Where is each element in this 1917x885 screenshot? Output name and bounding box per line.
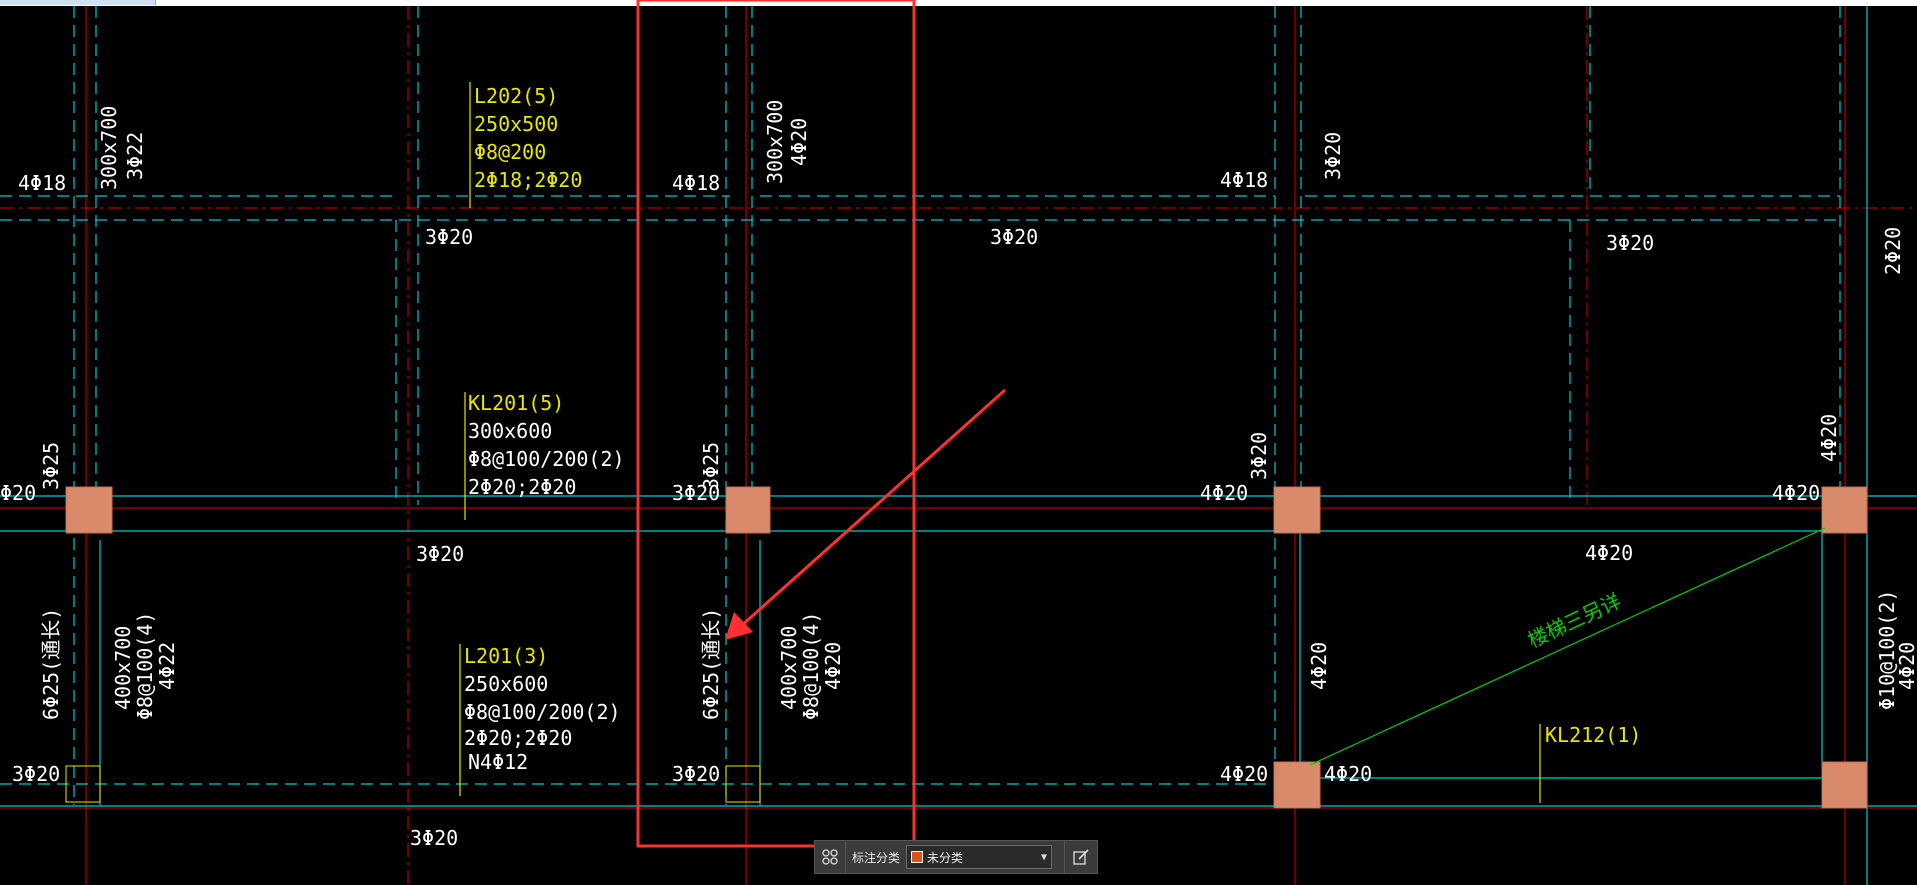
rebar-label: 4Φ20	[1200, 481, 1248, 505]
rebar-label: 4Φ20	[1895, 642, 1917, 690]
rebar-label: 4Φ18	[1220, 168, 1268, 192]
rebar-label: 3Φ20	[990, 225, 1038, 249]
rebar-label: 4Φ20	[1307, 642, 1331, 690]
category-select[interactable]: 未分类 ▼	[906, 845, 1053, 869]
rebar-label: 3Φ20	[672, 762, 720, 786]
rebar-label: 4Φ18	[18, 171, 66, 195]
beam-label-kl212: KL212(1)	[1545, 723, 1641, 747]
leader-lines	[459, 82, 1541, 803]
beam-bars-l201: 2Φ20;2Φ20	[464, 726, 572, 750]
stirrup-label: Φ8@100(4)	[133, 612, 157, 720]
rebar-label: Φ20	[0, 481, 36, 505]
rebar-label: 3Φ20	[1606, 231, 1654, 255]
rebar-label: 4Φ20	[1220, 762, 1268, 786]
rebar-label: 4Φ22	[155, 642, 179, 690]
beam-label-l202: L202(5)	[474, 84, 558, 108]
column-section: 400x700	[111, 626, 135, 710]
rebar-label: 4Φ18	[672, 171, 720, 195]
drawing-svg: L202(5) 250x500 Φ8@200 2Φ18;2Φ20 KL201(5…	[0, 0, 1917, 885]
arrow-head	[725, 612, 753, 640]
chevron-down-icon[interactable]: ▼	[1041, 852, 1047, 863]
rebar-label: 4Φ20	[1585, 541, 1633, 565]
beam-lines-dashed	[0, 6, 1841, 805]
beam-label-l201: L201(3)	[464, 644, 548, 668]
rebar-label: 6Φ25(通长)	[699, 608, 723, 720]
rebar-label: 3Φ22	[123, 132, 147, 180]
beam-bars-l202: 2Φ18;2Φ20	[474, 168, 582, 192]
rebar-label: 4Φ20	[1817, 414, 1841, 462]
rebar-label: 3Φ25	[39, 442, 63, 490]
column-section: 300x700	[763, 100, 787, 184]
rebar-label: 2Φ20	[1881, 227, 1905, 275]
column-section: 400x700	[777, 626, 801, 710]
category-select-value: 未分类	[927, 850, 964, 865]
rebar-label: 4Φ20	[1324, 762, 1372, 786]
rebar-label: 3Φ20	[416, 542, 464, 566]
edit-icon[interactable]	[1064, 841, 1097, 873]
columns	[65, 486, 1868, 809]
cad-canvas[interactable]: L202(5) 250x500 Φ8@200 2Φ18;2Φ20 KL201(5…	[0, 0, 1917, 885]
beam-stirrup-kl201: Φ8@100/200(2)	[468, 447, 625, 471]
axis-lines	[0, 6, 1917, 885]
beam-label-kl201: KL201(5)	[468, 391, 564, 415]
beam-size-kl201: 300x600	[468, 419, 552, 443]
rebar-label: 3Φ20	[1247, 432, 1271, 480]
beam-stirrup-l201: Φ8@100/200(2)	[464, 700, 621, 724]
beam-size-l201: 250x600	[464, 672, 548, 696]
rebar-label: 6Φ25(通长)	[39, 608, 63, 720]
grid-dots-icon[interactable]	[815, 841, 846, 873]
stirrup-label: Φ8@100(4)	[799, 612, 823, 720]
beam-lines-solid	[0, 6, 1917, 885]
rebar-label: 3Φ20	[12, 762, 60, 786]
beam-size-l202: 250x500	[474, 112, 558, 136]
color-swatch	[911, 851, 924, 863]
column-section: 300x700	[97, 106, 121, 190]
rebar-label: 3Φ20	[1321, 132, 1345, 180]
beam-bars-kl201: 2Φ20;2Φ20	[468, 475, 576, 499]
rebar-label: 3Φ20	[410, 826, 458, 850]
rebar-label: 4Φ20	[787, 118, 811, 166]
rebar-label: 4Φ20	[1772, 481, 1820, 505]
rebar-label: 4Φ20	[821, 642, 845, 690]
toolbar-label: 标注分类	[852, 850, 901, 865]
rebar-label: 3Φ20	[425, 225, 473, 249]
rebar-label: 3Φ25	[699, 442, 723, 490]
beam-stirrup-l202: Φ8@200	[474, 140, 546, 164]
annotation-toolbar: 标注分类 未分类 ▼	[814, 840, 1098, 874]
beam-extra-l201: N4Φ12	[468, 750, 528, 774]
